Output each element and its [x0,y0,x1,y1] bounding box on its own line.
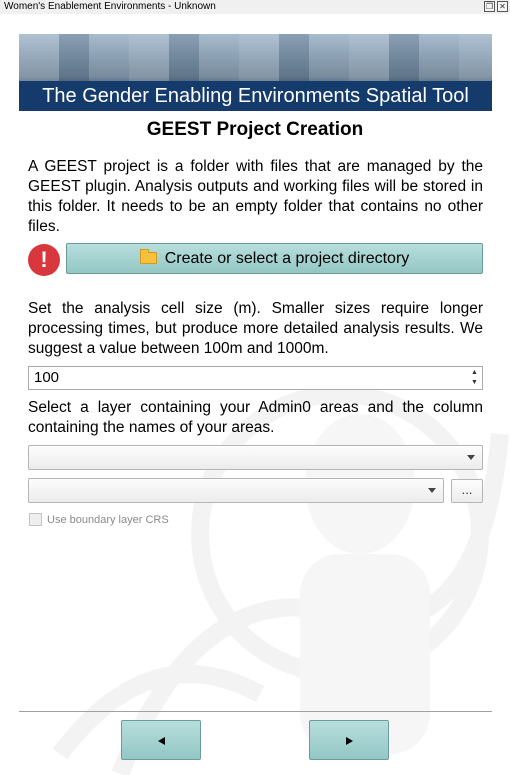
footer-divider [19,711,492,712]
arrow-right-icon [345,736,353,745]
cell-size-value: 100 [34,369,60,386]
admin-layer-description: Select a layer containing your Admin0 ar… [28,399,483,436]
page-title: GEEST Project Creation [146,119,364,140]
boundary-crs-checkbox[interactable] [29,513,42,526]
boundary-crs-label: Use boundary layer CRS [47,514,169,526]
spin-arrows[interactable]: ▲ ▼ [468,368,481,388]
header-banner: The Gender Enabling Environments Spatial… [19,34,492,111]
folder-icon [139,249,157,264]
create-project-directory-label: Create or select a project directory [164,250,410,267]
chevron-down-icon [467,455,475,460]
spin-up-icon[interactable]: ▲ [468,368,481,378]
restore-icon[interactable]: ❐ [484,1,495,12]
browse-button[interactable]: ... [451,479,483,503]
admin-layer-combo[interactable] [28,445,483,470]
arrow-left-icon [157,736,165,745]
window-title: Women's Enablement Environments - Unknow… [4,1,216,12]
window-titlebar: Women's Enablement Environments - Unknow… [0,0,510,14]
intro-text: A GEEST project is a folder with files t… [28,158,483,235]
error-circle-icon: ! [28,244,60,276]
chevron-down-icon [428,488,436,493]
cell-size-description: Set the analysis cell size (m). Smaller … [28,300,483,357]
banner-title: The Gender Enabling Environments Spatial… [19,81,492,111]
create-project-directory-button[interactable]: Create or select a project directory [66,243,483,274]
close-icon[interactable]: ✕ [497,1,508,12]
name-field-combo[interactable] [28,478,444,503]
next-button[interactable] [309,720,389,760]
previous-button[interactable] [121,720,201,760]
cell-size-spinbox[interactable]: 100 ▲ ▼ [28,366,483,390]
spin-down-icon[interactable]: ▼ [468,378,481,388]
